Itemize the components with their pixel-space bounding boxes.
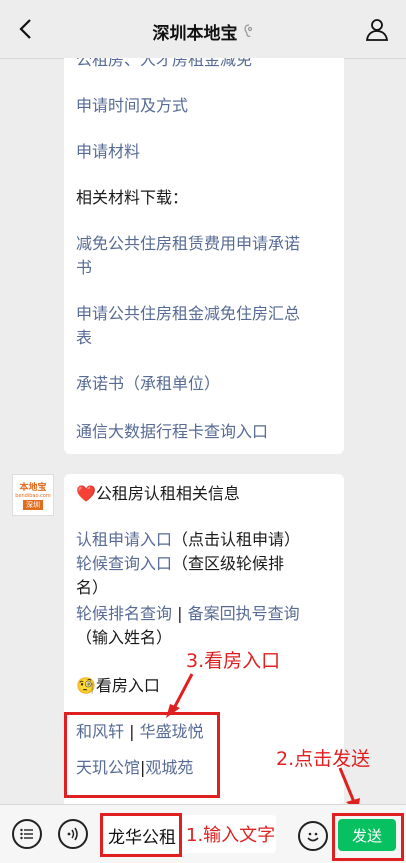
link-apply-time[interactable]: 申请时间及方式 [76, 94, 188, 118]
highlight-box-viewing [64, 712, 220, 798]
emoji-button[interactable] [298, 821, 328, 851]
menu-toggle-button[interactable] [12, 819, 42, 849]
user-profile-button[interactable] [362, 14, 392, 44]
arrow-down-icon [338, 767, 360, 804]
rent-line: 认租申请入口（点击认租申请） [76, 528, 300, 552]
link-queue-query[interactable]: 轮候查询入口 [76, 554, 172, 573]
avatar-city: 深圳 [23, 500, 43, 510]
name-note: （输入姓名） [76, 628, 173, 647]
avatar-brand: 本地宝 [19, 483, 47, 493]
back-button[interactable] [10, 14, 40, 44]
voice-icon [67, 827, 78, 841]
heading-line: ❤️公租房认租相关信息 [76, 482, 240, 506]
chevron-left-icon [19, 19, 31, 39]
page-title-text: 深圳本地宝 [152, 23, 238, 44]
link-commitment-letter[interactable]: 承诺书（承租单位） [76, 372, 220, 396]
link-commitment-form[interactable]: 减免公共住房租赁费用申请承诺 [76, 232, 300, 256]
link-rent-waiver[interactable]: 公租房、人才房租金减免 [76, 58, 252, 72]
avatar[interactable]: 本地宝 bendibao.com 深圳 [12, 474, 54, 516]
smiley-icon [307, 832, 319, 842]
link-commitment-form-cont[interactable]: 书 [76, 256, 92, 280]
materials-download-label: 相关材料下载： [76, 188, 189, 207]
rank-line: 轮候排名查询 | 备案回执号查询 [76, 602, 300, 626]
rent-note: （点击认租申请） [172, 530, 301, 549]
thinking-face-icon: 🧐 [76, 676, 96, 695]
link-rent-apply[interactable]: 认租申请入口 [76, 530, 172, 549]
link-rank-query[interactable]: 轮候排名查询 [76, 604, 172, 623]
queue-note: （查区级轮候排 [172, 554, 285, 573]
separator: | [177, 604, 183, 623]
voice-button[interactable] [58, 819, 88, 849]
queue-note-cont: 名） [76, 578, 109, 597]
link-apply-materials[interactable]: 申请材料 [76, 140, 140, 164]
earpiece-icon [243, 24, 252, 38]
queue-line: 轮候查询入口（查区级轮候排 [76, 552, 284, 576]
person-icon [365, 19, 389, 41]
viewing-heading: 看房入口 [95, 676, 160, 695]
link-travel-card[interactable]: 通信大数据行程卡查询入口 [76, 420, 268, 444]
avatar-domain: bendibao.com [15, 493, 51, 499]
page-title: 深圳本地宝 [153, 19, 254, 44]
list-icon [20, 828, 33, 840]
highlight-box-input [100, 813, 182, 857]
annotation-step3: 3.看房入口 [186, 650, 281, 672]
chat-area[interactable]: 公租房、人才房租金减免 申请时间及方式 申请材料 相关材料下载： 减免公共住房租… [0, 58, 406, 804]
link-summary-table[interactable]: 申请公共住房租金减免住房汇总 [76, 302, 300, 326]
input-bar: 龙华公租 1.输入文字 发送 [0, 804, 406, 863]
viewing-heading-line: 🧐看房入口 [76, 674, 160, 698]
heading-text: 公租房认租相关信息 [95, 484, 240, 503]
heart-icon: ❤️ [76, 484, 96, 503]
link-summary-table-cont[interactable]: 表 [76, 326, 92, 350]
link-record-query[interactable]: 备案回执号查询 [188, 604, 300, 623]
highlight-box-send [332, 813, 404, 861]
nav-bar: 深圳本地宝 [0, 0, 406, 59]
message-bubble: 公租房、人才房租金减免 申请时间及方式 申请材料 相关材料下载： 减免公共住房租… [64, 58, 344, 454]
annotation-step1: 1.输入文字 [186, 825, 276, 846]
